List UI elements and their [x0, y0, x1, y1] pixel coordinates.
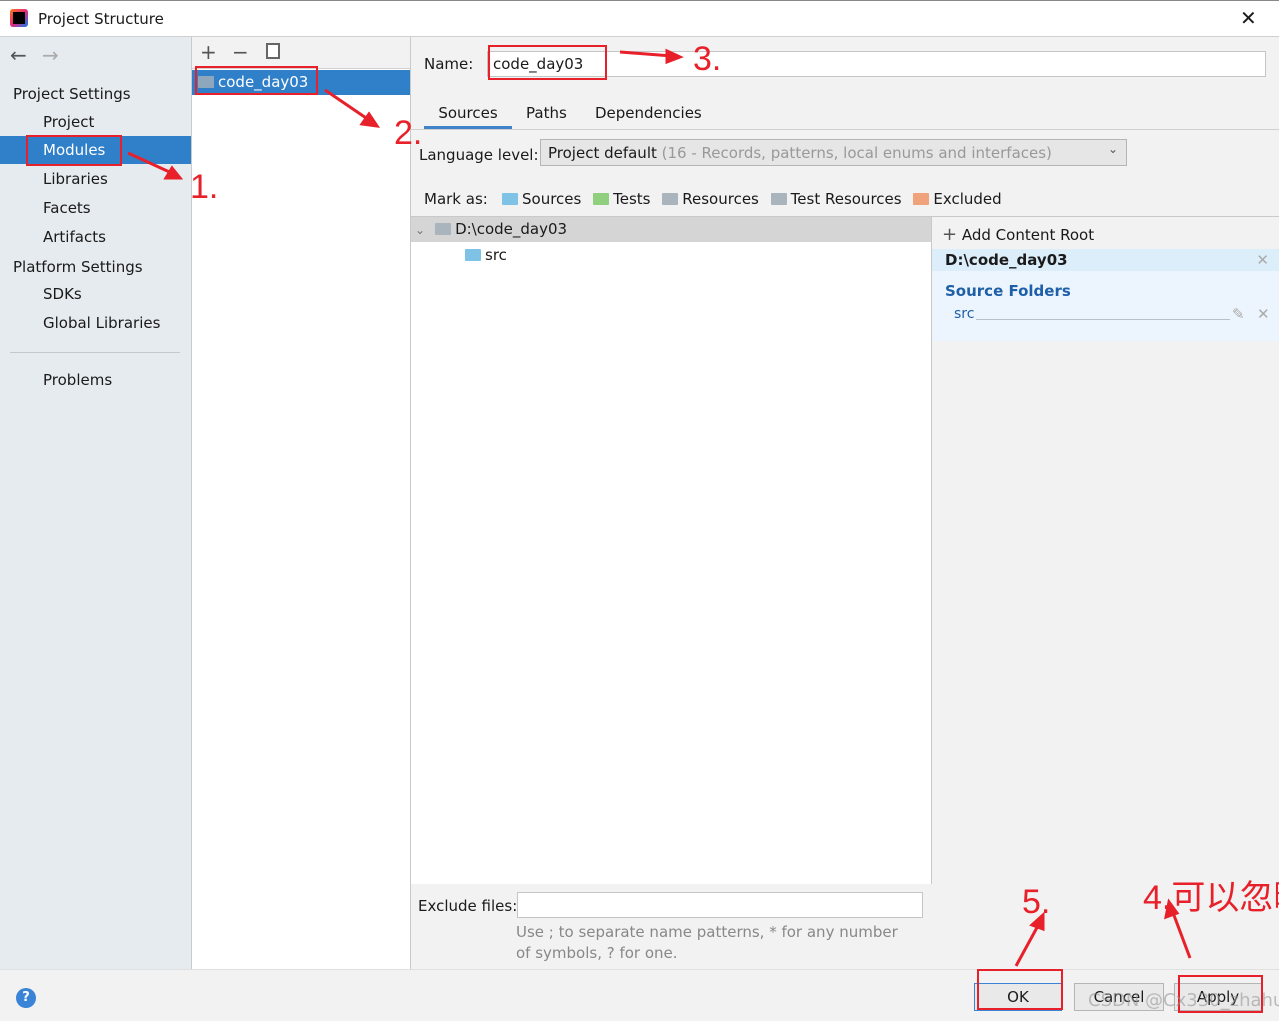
arrow-3 [619, 50, 673, 58]
watermark: CSDN @Cx330_zhahui [1088, 990, 1279, 1011]
annotation-3: 3. [693, 40, 722, 78]
annotation-arrows [127, 48, 1192, 967]
arrow-5 [1014, 921, 1042, 967]
annotation-4: 4.可以忽略 [1143, 879, 1279, 917]
annotation-5: 5. [1022, 883, 1051, 921]
annotation-2: 2. [394, 114, 423, 152]
annotation-1: 1. [190, 168, 219, 206]
